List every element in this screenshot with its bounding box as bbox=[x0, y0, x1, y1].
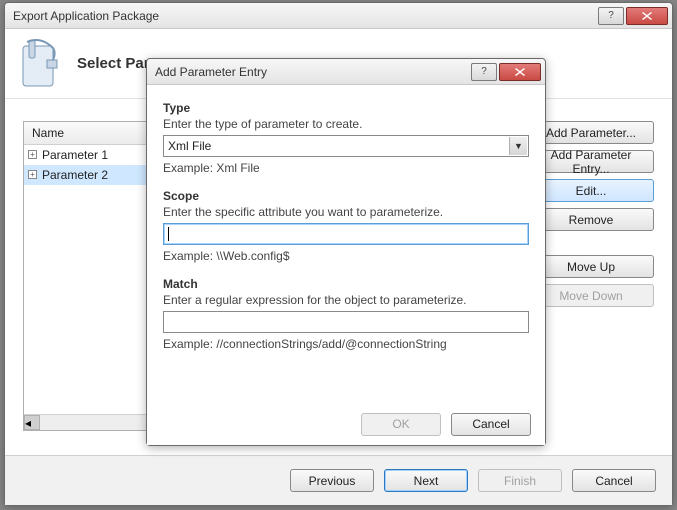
close-icon bbox=[642, 12, 652, 20]
help-button[interactable]: ? bbox=[598, 7, 624, 25]
scope-label: Scope bbox=[163, 189, 529, 203]
text-caret-icon bbox=[168, 227, 169, 241]
type-label: Type bbox=[163, 101, 529, 115]
scope-input[interactable] bbox=[163, 223, 529, 245]
type-desc: Enter the type of parameter to create. bbox=[163, 117, 529, 131]
match-input[interactable] bbox=[163, 311, 529, 333]
modal-footer: OK Cancel bbox=[147, 403, 545, 445]
main-titlebar[interactable]: Export Application Package ? bbox=[5, 3, 672, 29]
wizard-footer: Previous Next Finish Cancel bbox=[5, 455, 672, 505]
modal-body: Type Enter the type of parameter to crea… bbox=[147, 85, 545, 403]
modal-titlebar[interactable]: Add Parameter Entry ? bbox=[147, 59, 545, 85]
add-parameter-entry-button[interactable]: Add Parameter Entry... bbox=[528, 150, 654, 173]
modal-help-button[interactable]: ? bbox=[471, 63, 497, 81]
tree-item-label: Parameter 1 bbox=[42, 148, 108, 162]
scope-example: Example: \\Web.config$ bbox=[163, 249, 529, 263]
add-parameter-button[interactable]: Add Parameter... bbox=[528, 121, 654, 144]
edit-button[interactable]: Edit... bbox=[528, 179, 654, 202]
expand-icon[interactable]: + bbox=[28, 170, 37, 179]
move-down-button: Move Down bbox=[528, 284, 654, 307]
chevron-down-icon[interactable]: ▼ bbox=[509, 137, 527, 155]
expand-icon[interactable]: + bbox=[28, 150, 37, 159]
modal-title: Add Parameter Entry bbox=[155, 65, 471, 79]
modal-close-button[interactable] bbox=[499, 63, 541, 81]
modal-cancel-button[interactable]: Cancel bbox=[451, 413, 531, 436]
next-button[interactable]: Next bbox=[384, 469, 468, 492]
ok-button: OK bbox=[361, 413, 441, 436]
match-desc: Enter a regular expression for the objec… bbox=[163, 293, 529, 307]
main-window-title: Export Application Package bbox=[13, 9, 598, 23]
close-icon bbox=[515, 68, 525, 76]
scope-desc: Enter the specific attribute you want to… bbox=[163, 205, 529, 219]
match-example: Example: //connectionStrings/add/@connec… bbox=[163, 337, 529, 351]
main-window-controls: ? bbox=[598, 7, 668, 25]
cancel-button[interactable]: Cancel bbox=[572, 469, 656, 492]
previous-button[interactable]: Previous bbox=[290, 469, 374, 492]
close-button[interactable] bbox=[626, 7, 668, 25]
type-select[interactable]: Xml File ▼ bbox=[163, 135, 529, 157]
wizard-icon bbox=[17, 38, 65, 90]
type-select-value: Xml File bbox=[168, 139, 505, 153]
remove-button[interactable]: Remove bbox=[528, 208, 654, 231]
scroll-left-arrow-icon[interactable]: ◂ bbox=[24, 415, 40, 430]
modal-window-controls: ? bbox=[471, 63, 541, 81]
type-example: Example: Xml File bbox=[163, 161, 529, 175]
match-label: Match bbox=[163, 277, 529, 291]
add-parameter-entry-dialog: Add Parameter Entry ? Type Enter the typ… bbox=[146, 58, 546, 446]
move-up-button[interactable]: Move Up bbox=[528, 255, 654, 278]
side-button-column: Add Parameter... Add Parameter Entry... … bbox=[528, 121, 654, 307]
finish-button: Finish bbox=[478, 469, 562, 492]
tree-item-label: Parameter 2 bbox=[42, 168, 108, 182]
